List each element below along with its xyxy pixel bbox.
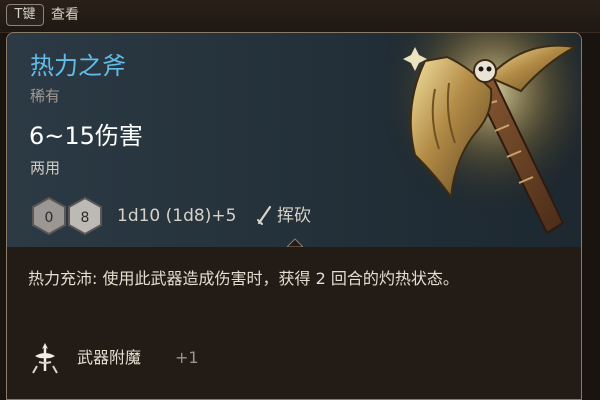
key-hint-label[interactable]: 查看 — [51, 5, 79, 25]
die-number-left: 0 — [45, 210, 54, 226]
enchantment-value: +1 — [175, 348, 199, 367]
divider-notch — [287, 238, 303, 247]
item-tooltip: 热力之斧 稀有 6~15伤害 两用 0 8 1d10 (1d8)+5 挥砍 热力… — [6, 32, 582, 400]
item-damage: 6~15伤害 — [29, 122, 143, 150]
axe-icon — [385, 33, 581, 241]
item-name: 热力之斧 — [30, 52, 126, 80]
damage-dice: 1d10 (1d8)+5 — [117, 206, 237, 226]
passive-description: 热力充沛: 使用此武器造成伤害时，获得 2 回合的灼热状态。 — [28, 269, 459, 288]
slash-icon — [257, 205, 272, 225]
item-handedness: 两用 — [30, 159, 61, 177]
attack-type: 挥砍 — [277, 206, 311, 226]
die-number-right: 8 — [81, 210, 90, 226]
tooltip-header: 热力之斧 稀有 6~15伤害 两用 0 8 1d10 (1d8)+5 挥砍 — [7, 33, 581, 247]
enchantment-label: 武器附魔 — [77, 348, 142, 367]
dice-icon: 0 8 — [32, 196, 102, 236]
key-badge[interactable]: T键 — [6, 4, 44, 26]
top-strip: T键 查看 — [0, 0, 600, 33]
weapon-enchant-icon — [32, 343, 58, 374]
item-rarity: 稀有 — [30, 87, 61, 105]
